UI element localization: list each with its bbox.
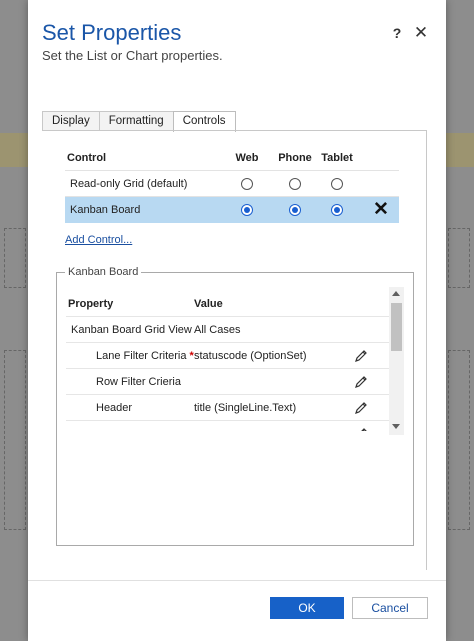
property-name: Kanban Board Grid View	[71, 324, 192, 336]
column-header-tablet: Tablet	[321, 152, 353, 164]
close-icon[interactable]: ✕	[413, 23, 429, 43]
properties-tabs: Display Formatting Controls	[42, 111, 236, 132]
tablet-radio[interactable]	[331, 178, 343, 190]
column-header-property: Property	[68, 298, 114, 310]
property-row-row-filter[interactable]: Row Filter Crieria	[66, 369, 390, 395]
scroll-thumb[interactable]	[391, 303, 402, 351]
help-icon[interactable]: ?	[390, 25, 404, 43]
set-properties-dialog: Set Properties Set the List or Chart pro…	[28, 0, 446, 641]
property-name: Row Filter Crieria	[96, 376, 181, 388]
edit-pencil-icon[interactable]	[353, 426, 369, 431]
phone-radio[interactable]	[289, 204, 301, 216]
scroll-up-arrow-icon[interactable]	[392, 291, 400, 296]
property-value: All Cases	[194, 324, 241, 336]
edit-pencil-icon[interactable]	[353, 400, 369, 416]
property-row-lane-filter[interactable]: Lane Filter Criteria * statuscode (Option…	[66, 343, 390, 369]
property-value: title (SingleLine.Text)	[194, 402, 297, 414]
web-radio[interactable]	[241, 204, 253, 216]
cancel-button[interactable]: Cancel	[352, 597, 428, 619]
kanban-board-properties: Kanban Board Property Value Kanban Board…	[56, 266, 414, 546]
dialog-footer: OK Cancel	[28, 580, 446, 641]
kanban-board-legend: Kanban Board	[65, 266, 142, 279]
phone-radio[interactable]	[289, 178, 301, 190]
property-row-grid-view[interactable]: Kanban Board Grid View All Cases	[66, 317, 390, 343]
add-control-link[interactable]: Add Control...	[65, 234, 132, 246]
remove-control-icon[interactable]: ✕	[373, 200, 389, 220]
column-header-phone: Phone	[278, 152, 312, 164]
control-name: Read-only Grid (default)	[70, 178, 188, 190]
property-grid-header: Property Value	[66, 291, 390, 317]
property-name: Header	[96, 402, 133, 414]
background-section	[4, 350, 26, 530]
background-section	[448, 350, 470, 530]
dialog-title: Set Properties	[42, 20, 182, 45]
column-header-value: Value	[194, 298, 223, 310]
control-row-read-only-grid[interactable]: Read-only Grid (default)	[65, 171, 399, 197]
control-row-kanban-board[interactable]: Kanban Board ✕	[65, 197, 399, 223]
property-row-partial	[66, 421, 390, 431]
background-section	[448, 228, 470, 288]
background-section	[4, 228, 26, 288]
tab-formatting[interactable]: Formatting	[98, 111, 174, 131]
column-header-web: Web	[235, 152, 259, 164]
property-name: Lane Filter Criteria *	[96, 350, 194, 362]
property-value: statuscode (OptionSet)	[194, 350, 307, 362]
scroll-down-arrow-icon[interactable]	[392, 424, 400, 429]
property-row-header[interactable]: Header title (SingleLine.Text)	[66, 395, 390, 421]
controls-table-header: Control Web Phone Tablet	[65, 148, 399, 171]
tab-display[interactable]: Display	[42, 111, 100, 131]
controls-table: Control Web Phone Tablet Read-only Grid …	[65, 148, 399, 223]
dialog-subtitle: Set the List or Chart properties.	[42, 48, 223, 63]
web-radio[interactable]	[241, 178, 253, 190]
ok-button[interactable]: OK	[270, 597, 344, 619]
property-grid: Property Value Kanban Board Grid View Al…	[66, 291, 390, 431]
edit-pencil-icon[interactable]	[353, 348, 369, 364]
tablet-radio[interactable]	[331, 204, 343, 216]
tab-controls[interactable]: Controls	[172, 111, 236, 132]
control-name: Kanban Board	[70, 204, 141, 216]
edit-pencil-icon[interactable]	[353, 374, 369, 390]
property-grid-scrollbar[interactable]	[389, 287, 404, 435]
column-header-control: Control	[67, 152, 107, 164]
